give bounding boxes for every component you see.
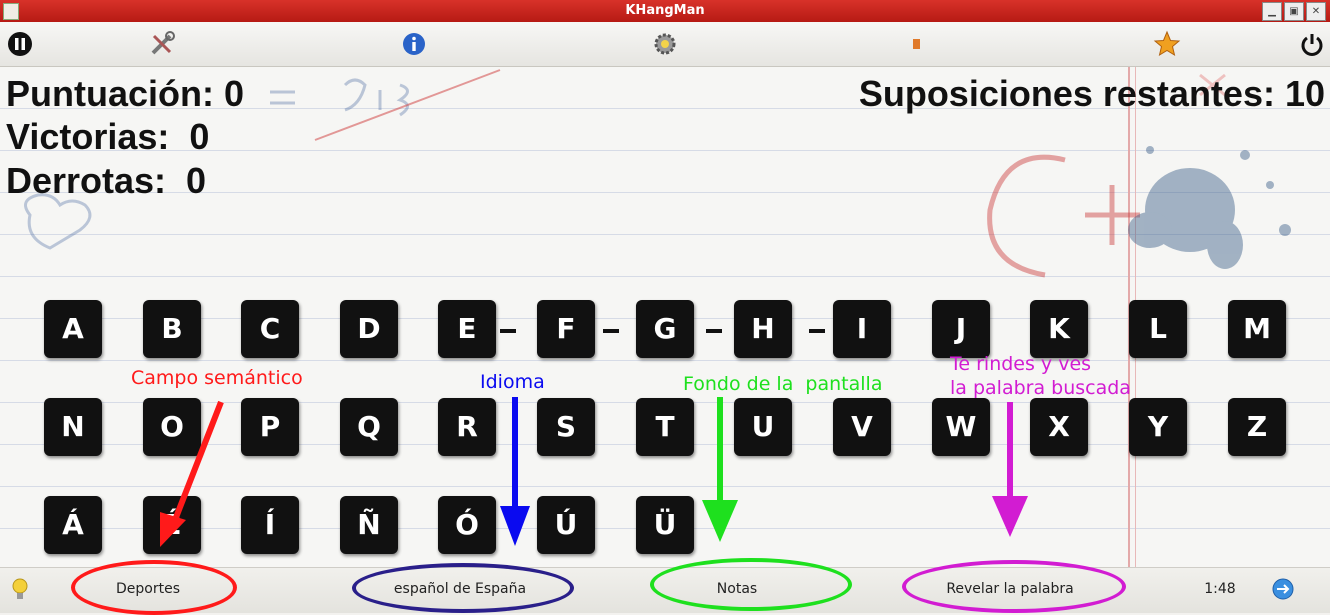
- minimize-button[interactable]: ▁: [1262, 2, 1282, 21]
- letter-key-t[interactable]: T: [636, 398, 694, 456]
- annotation-reveal-line1: Te rindes y ves: [950, 353, 1092, 375]
- annotation-background: Fondo de la pantalla: [683, 373, 883, 395]
- category-highlight-ellipse: [71, 560, 237, 615]
- letter-key-u-acute[interactable]: Ú: [537, 496, 595, 554]
- score-label: Puntuación: 0: [6, 73, 245, 114]
- letter-key-r[interactable]: R: [438, 398, 496, 456]
- bookmark-icon[interactable]: [902, 30, 930, 58]
- letter-key-a[interactable]: A: [44, 300, 102, 358]
- letter-key-b[interactable]: B: [143, 300, 201, 358]
- letter-key-e-acute[interactable]: É: [143, 496, 201, 554]
- letter-key-s[interactable]: S: [537, 398, 595, 456]
- letter-key-i-acute[interactable]: Í: [241, 496, 299, 554]
- word-blank: [706, 329, 722, 333]
- reveal-highlight-ellipse: [902, 560, 1126, 613]
- letter-key-n[interactable]: N: [44, 398, 102, 456]
- wins-label: Victorias: 0: [6, 116, 210, 157]
- letter-key-u-diaeresis[interactable]: Ü: [636, 496, 694, 554]
- letter-key-a-acute[interactable]: Á: [44, 496, 102, 554]
- letter-key-x[interactable]: X: [1030, 398, 1088, 456]
- info-icon[interactable]: [400, 30, 428, 58]
- letter-key-l[interactable]: L: [1129, 300, 1187, 358]
- word-blank: [603, 329, 619, 333]
- letter-key-p[interactable]: P: [241, 398, 299, 456]
- letter-key-o[interactable]: O: [143, 398, 201, 456]
- next-word-icon[interactable]: [1271, 577, 1295, 601]
- tools-icon[interactable]: [148, 30, 176, 58]
- letter-key-d[interactable]: D: [340, 300, 398, 358]
- toolbar: [0, 22, 1330, 67]
- settings-gear-icon[interactable]: [651, 30, 679, 58]
- letter-key-f[interactable]: F: [537, 300, 595, 358]
- letter-key-i[interactable]: I: [833, 300, 891, 358]
- power-icon[interactable]: [1298, 30, 1326, 58]
- annotation-language: Idioma: [480, 371, 545, 393]
- word-blank: [809, 329, 825, 333]
- letter-key-q[interactable]: Q: [340, 398, 398, 456]
- title-bar: KHangMan ▁ ▣ ✕: [0, 0, 1330, 22]
- letter-key-m[interactable]: M: [1228, 300, 1286, 358]
- star-icon[interactable]: [1153, 30, 1181, 58]
- maximize-button[interactable]: ▣: [1284, 2, 1304, 21]
- annotation-reveal-line2: la palabra buscada: [950, 377, 1131, 399]
- language-highlight-ellipse: [352, 563, 574, 613]
- letter-key-u[interactable]: U: [734, 398, 792, 456]
- letter-key-z[interactable]: Z: [1228, 398, 1286, 456]
- letter-key-v[interactable]: V: [833, 398, 891, 456]
- annotation-category: Campo semántico: [131, 367, 303, 389]
- letter-key-e[interactable]: E: [438, 300, 496, 358]
- window-title: KHangMan: [625, 3, 705, 18]
- letter-key-c[interactable]: C: [241, 300, 299, 358]
- word-blank: [500, 329, 516, 333]
- guesses-remaining-label: Suposiciones restantes: 10: [858, 73, 1325, 114]
- letter-key-w[interactable]: W: [932, 398, 990, 456]
- losses-label: Derrotas: 0: [6, 160, 207, 201]
- theme-highlight-ellipse: [650, 558, 852, 611]
- letter-key-k[interactable]: K: [1030, 300, 1088, 358]
- letter-key-o-acute[interactable]: Ó: [438, 496, 496, 554]
- timer: 1:48: [1204, 581, 1236, 597]
- letter-key-y[interactable]: Y: [1129, 398, 1187, 456]
- letter-key-j[interactable]: J: [932, 300, 990, 358]
- letter-key-h[interactable]: H: [734, 300, 792, 358]
- letter-key-n-tilde[interactable]: Ñ: [340, 496, 398, 554]
- pause-icon[interactable]: [6, 30, 34, 58]
- lightbulb-icon[interactable]: [10, 577, 30, 603]
- close-button[interactable]: ✕: [1306, 2, 1326, 21]
- letter-key-g[interactable]: G: [636, 300, 694, 358]
